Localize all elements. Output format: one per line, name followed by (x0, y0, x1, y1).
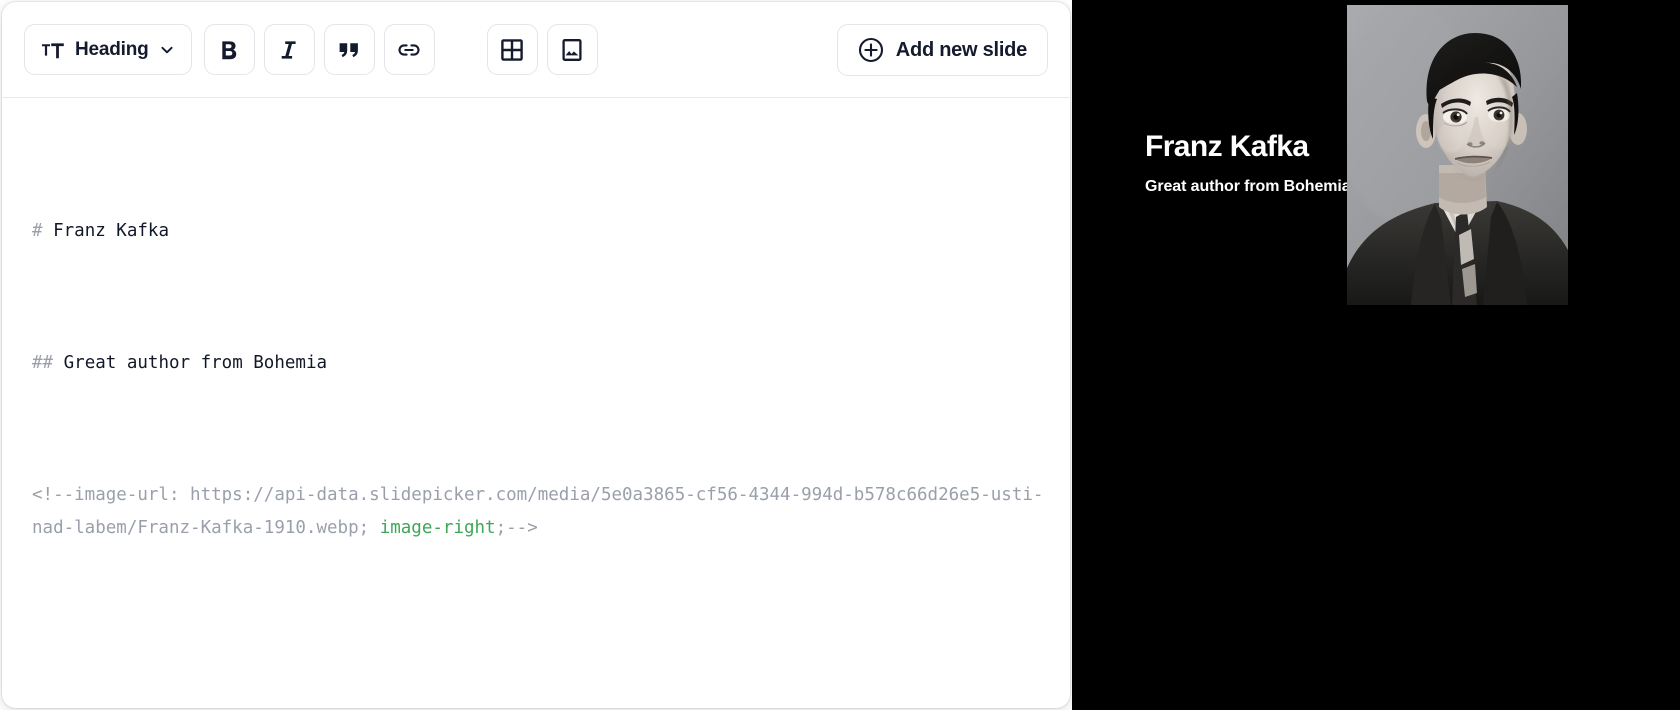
h1-space (43, 221, 54, 241)
italic-icon (279, 39, 299, 61)
quote-button[interactable] (323, 24, 375, 75)
slide-preview-panel: Franz Kafka Great author from Bohemia (1072, 0, 1680, 710)
bold-button[interactable] (203, 24, 255, 75)
chevron-down-icon (159, 42, 175, 58)
heading-dropdown-label: Heading (75, 39, 149, 60)
h1-text: Franz Kafka (53, 221, 169, 241)
toolbar-group-insert (486, 24, 598, 75)
text-size-icon (41, 40, 65, 60)
h2-marker: ## (32, 353, 54, 373)
markdown-text-area[interactable]: # Franz Kafka ## Great author from Bohem… (2, 98, 1070, 708)
link-icon (397, 41, 421, 59)
image-position-attribute: image-right (379, 518, 496, 538)
italic-button[interactable] (263, 24, 315, 75)
insert-table-button[interactable] (486, 24, 538, 75)
franz-kafka-portrait (1347, 5, 1568, 305)
add-new-slide-button[interactable]: Add new slide (836, 23, 1048, 76)
image-comment-close: ;--> (495, 518, 538, 538)
image-icon (560, 38, 584, 62)
markdown-editor-panel: Heading Add new slide # Franz Kafka ## G… (0, 0, 1072, 710)
quote-icon (338, 41, 360, 59)
link-button[interactable] (383, 24, 435, 75)
editor-card: Heading Add new slide # Franz Kafka ## G… (2, 2, 1070, 708)
h2-space (53, 353, 64, 373)
h1-marker: # (32, 221, 43, 241)
add-new-slide-label: Add new slide (895, 38, 1027, 61)
table-icon (500, 38, 524, 62)
bold-icon (219, 39, 239, 61)
markdown-line-h1[interactable]: # Franz Kafka (32, 215, 1044, 248)
markdown-line-image-comment[interactable]: <!--image-url: https://api-data.slidepic… (32, 479, 1044, 545)
heading-dropdown-button[interactable]: Heading (24, 24, 192, 75)
slide-preview[interactable]: Franz Kafka Great author from Bohemia (1072, 0, 1680, 710)
h2-text: Great author from Bohemia (63, 353, 328, 373)
markdown-line-h2[interactable]: ## Great author from Bohemia (32, 347, 1044, 380)
markdown-line-blank[interactable] (32, 644, 1044, 677)
insert-image-button[interactable] (546, 24, 598, 75)
toolbar-group-inline (203, 24, 435, 75)
markdown-document[interactable]: # Franz Kafka ## Great author from Bohem… (32, 116, 1044, 708)
toolbar-group-block: Heading (24, 24, 192, 75)
slide-editor-app: Heading Add new slide # Franz Kafka ## G… (0, 0, 1680, 710)
editor-toolbar: Heading Add new slide (2, 2, 1070, 98)
plus-circle-icon (858, 37, 884, 63)
toolbar-group-actions: Add new slide (836, 23, 1048, 76)
